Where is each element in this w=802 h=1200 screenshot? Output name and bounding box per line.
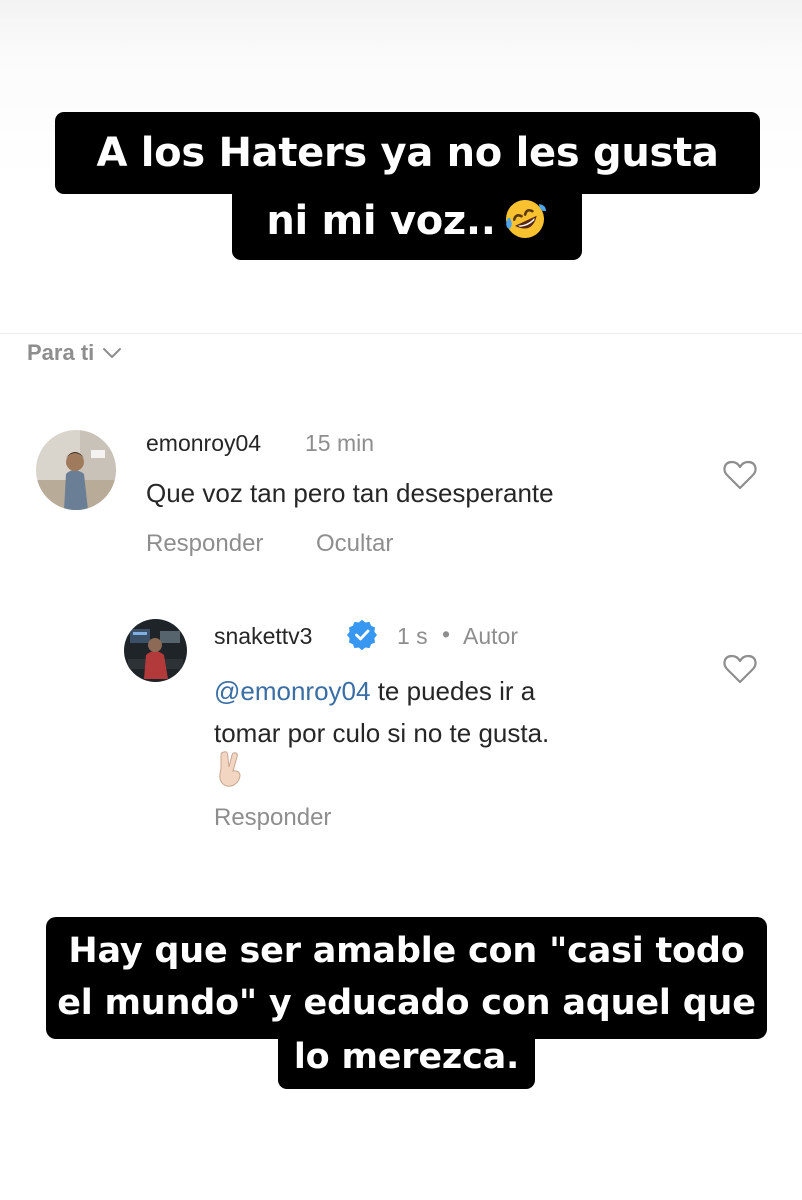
mention-link[interactable]: @emonroy04 <box>214 676 370 706</box>
sort-filter-dropdown[interactable]: Para ti <box>27 337 122 369</box>
like-heart-icon[interactable] <box>723 460 757 490</box>
top-caption-line-1: A los Haters ya no les gusta <box>55 112 760 194</box>
avatar-photo <box>124 619 187 682</box>
meta-separator: • <box>442 621 451 647</box>
reply-text-line-2: tomar por culo si no te gusta. <box>214 718 550 748</box>
rolling-laughing-emoji-icon <box>505 200 546 238</box>
chevron-down-icon <box>103 348 122 358</box>
like-heart-icon[interactable] <box>723 654 757 684</box>
comment-username[interactable]: emonroy04 <box>146 430 261 457</box>
reply-button[interactable]: Responder <box>214 804 331 832</box>
top-caption-line-2: ni mi voz.. <box>232 186 582 260</box>
reply-button[interactable]: Responder <box>146 530 263 558</box>
bottom-caption-line-3: lo merezca. <box>278 1030 535 1089</box>
comment-text: Que voz tan pero tan desesperante <box>146 478 554 508</box>
avatar-snakettv3[interactable] <box>124 619 187 682</box>
top-caption-text-2: ni mi voz.. <box>266 198 496 244</box>
bottom-caption-text-1: Hay que ser amable con "casi todo <box>68 931 745 971</box>
divider <box>0 333 802 334</box>
reply-time: 1 s <box>397 623 428 649</box>
top-caption-text-1: A los Haters ya no les gusta <box>96 130 719 176</box>
reply-text-part: te puedes ir a <box>370 676 536 706</box>
verified-badge-icon <box>347 620 377 650</box>
reply-text-line-1: @emonroy04 te puedes ir a <box>214 676 535 707</box>
bottom-caption-text-2: el mundo" y educado con aquel que <box>57 983 756 1023</box>
hide-button[interactable]: Ocultar <box>316 530 393 558</box>
filter-label: Para ti <box>27 340 95 365</box>
avatar-photo <box>36 430 116 510</box>
comment-time: 15 min <box>305 430 375 456</box>
reply-username[interactable]: snakettv3 <box>214 623 312 650</box>
avatar-emonroy04[interactable] <box>36 430 116 510</box>
victory-hand-emoji-icon <box>219 751 241 787</box>
author-label: Autor <box>463 623 518 649</box>
bottom-caption-text-3: lo merezca. <box>293 1037 520 1077</box>
bottom-caption-block: Hay que ser amable con "casi todo el mun… <box>46 917 767 1039</box>
